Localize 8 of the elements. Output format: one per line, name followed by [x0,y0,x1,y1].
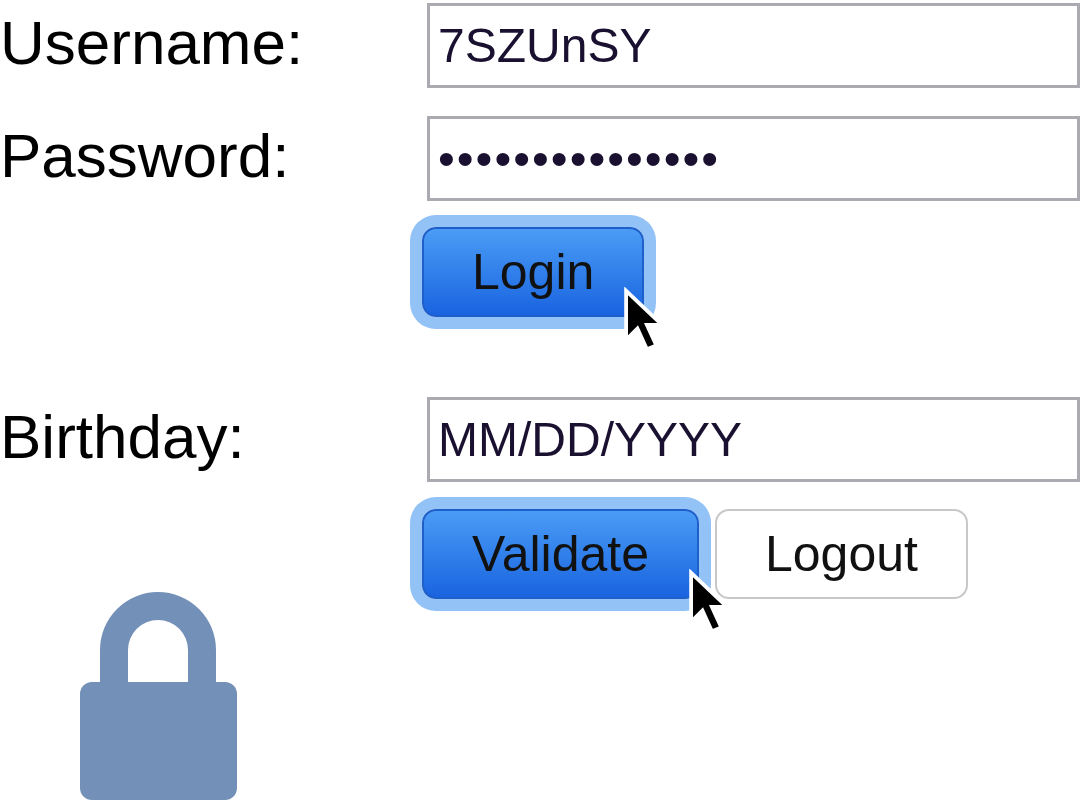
field-label: Password: [0,120,291,192]
input-field[interactable]: MM/DD/YYYY [427,397,1080,482]
input-field[interactable]: ••••••••••••••• [427,116,1080,201]
field-label: Birthday: [0,401,246,473]
input-field[interactable]: 7SZUnSY [427,3,1080,88]
lock-icon [80,590,237,800]
field-label: Username: [0,7,305,79]
button[interactable]: Logout [715,509,968,599]
